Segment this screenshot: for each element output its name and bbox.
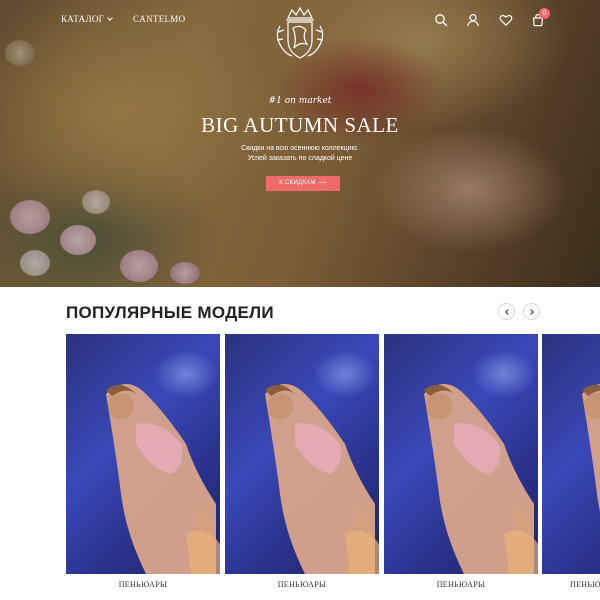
catalog-label: КАТАЛОГ [61, 14, 105, 24]
product-label[interactable]: ПЕНЬЮАРЫ [570, 580, 600, 589]
user-icon[interactable] [466, 13, 480, 27]
brand-logo[interactable] [270, 6, 330, 64]
hero-tagline: #1 on market [268, 96, 332, 106]
chevron-down-icon [107, 14, 114, 21]
cart-count-badge: 0 [539, 8, 550, 19]
product-label[interactable]: ПЕНЬЮАРЫ [225, 580, 379, 589]
top-navigation: КАТАЛОГ CANTELMO 0 [0, 0, 600, 59]
product-image[interactable] [66, 334, 220, 574]
hero-title: BIG AUTUMN SALE [201, 113, 399, 137]
heart-icon[interactable] [499, 13, 513, 27]
product-photo [582, 384, 600, 512]
carousel-next-button[interactable] [523, 303, 540, 320]
product-card[interactable]: ПЕНЬЮАРЫ [66, 334, 220, 596]
brand-link[interactable]: CANTELMO [133, 14, 185, 24]
product-label[interactable]: ПЕНЬЮАРЫ [66, 580, 220, 589]
product-image[interactable] [225, 334, 379, 574]
hero-subtitle-line1: Скидки на всю осеннюю коллекцию. [241, 145, 359, 152]
catalog-menu-link[interactable]: КАТАЛОГ [61, 14, 114, 24]
product-photo [106, 384, 220, 574]
product-image[interactable] [384, 334, 538, 574]
hero-banner: КАТАЛОГ CANTELMO 0 #1 on market BIG AUTU… [0, 0, 600, 287]
product-photo [265, 384, 379, 574]
search-icon[interactable] [434, 13, 448, 27]
chevron-right-icon [527, 308, 534, 315]
hero-subtitle-line2: Успей заказать по сладкой цене [247, 155, 353, 162]
product-card[interactable]: ПЕНЬЮАРЫ [225, 334, 379, 596]
product-image[interactable] [542, 334, 600, 574]
carousel-prev-button[interactable] [498, 303, 515, 320]
product-card[interactable]: ПЕНЬЮАРЫ [384, 334, 538, 596]
chevron-left-icon [504, 308, 511, 315]
product-photo [424, 384, 538, 574]
hero-cta-button[interactable]: К СКИДКАМ ⟶ [266, 176, 340, 191]
section-title: ПОПУЛЯРНЫЕ МОДЕЛИ [66, 303, 274, 322]
product-card[interactable]: ПЕНЬЮАРЫ [542, 334, 600, 596]
product-label[interactable]: ПЕНЬЮАРЫ [384, 580, 538, 589]
